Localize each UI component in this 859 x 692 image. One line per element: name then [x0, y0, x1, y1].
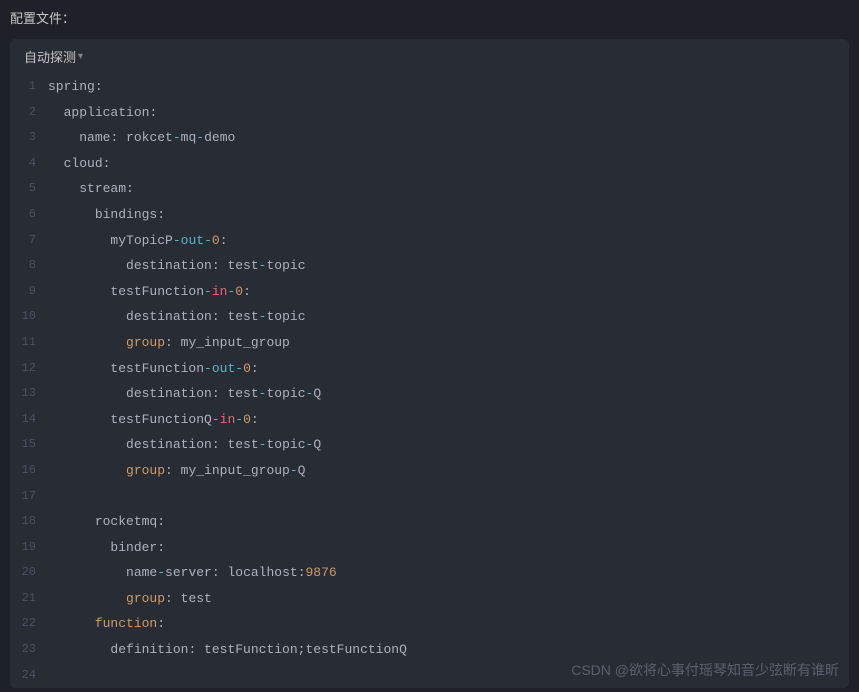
- code-line: 22 function:: [10, 611, 849, 637]
- section-title: 配置文件：: [10, 11, 75, 26]
- code-toolbar: 自动探测 ▾: [10, 39, 849, 74]
- line-number: 8: [10, 253, 48, 279]
- line-content: name: rokcet-mq-demo: [48, 125, 235, 151]
- line-content: [48, 663, 56, 689]
- code-content[interactable]: 1spring:2 application:3 name: rokcet-mq-…: [10, 74, 849, 688]
- line-content: group: my_input_group: [48, 330, 290, 356]
- code-line: 21 group: test: [10, 586, 849, 612]
- line-content: destination: test-topic: [48, 253, 306, 279]
- line-number: 3: [10, 125, 48, 151]
- code-line: 18 rocketmq:: [10, 509, 849, 535]
- code-line: 17: [10, 484, 849, 510]
- code-line: 19 binder:: [10, 535, 849, 561]
- code-line: 11 group: my_input_group: [10, 330, 849, 356]
- line-number: 21: [10, 586, 48, 612]
- line-content: testFunction-in-0:: [48, 279, 251, 305]
- line-number: 12: [10, 356, 48, 382]
- line-content: group: test: [48, 586, 212, 612]
- code-line: 9 testFunction-in-0:: [10, 279, 849, 305]
- line-content: testFunctionQ-in-0:: [48, 407, 259, 433]
- line-content: destination: test-topic: [48, 304, 306, 330]
- line-number: 18: [10, 509, 48, 535]
- line-content: spring:: [48, 74, 103, 100]
- code-block: 自动探测 ▾ 1spring:2 application:3 name: rok…: [10, 39, 849, 688]
- line-content: destination: test-topic-Q: [48, 381, 321, 407]
- line-number: 1: [10, 74, 48, 100]
- line-number: 24: [10, 663, 48, 689]
- code-line: 15 destination: test-topic-Q: [10, 432, 849, 458]
- line-content: group: my_input_group-Q: [48, 458, 305, 484]
- line-number: 7: [10, 228, 48, 254]
- line-content: definition: testFunction;testFunctionQ: [48, 637, 407, 663]
- line-number: 23: [10, 637, 48, 663]
- line-content: destination: test-topic-Q: [48, 432, 321, 458]
- line-number: 15: [10, 432, 48, 458]
- line-content: application:: [48, 100, 157, 126]
- code-line: 16 group: my_input_group-Q: [10, 458, 849, 484]
- line-content: cloud:: [48, 151, 110, 177]
- line-content: myTopicP-out-0:: [48, 228, 228, 254]
- chevron-down-icon: ▾: [78, 51, 83, 62]
- line-number: 13: [10, 381, 48, 407]
- code-line: 10 destination: test-topic: [10, 304, 849, 330]
- line-number: 22: [10, 611, 48, 637]
- code-line: 7 myTopicP-out-0:: [10, 228, 849, 254]
- code-line: 6 bindings:: [10, 202, 849, 228]
- code-line: 20 name-server: localhost:9876: [10, 560, 849, 586]
- line-number: 10: [10, 304, 48, 330]
- line-number: 11: [10, 330, 48, 356]
- line-number: 2: [10, 100, 48, 126]
- line-content: testFunction-out-0:: [48, 356, 259, 382]
- code-line: 14 testFunctionQ-in-0:: [10, 407, 849, 433]
- line-number: 17: [10, 484, 48, 510]
- line-number: 4: [10, 151, 48, 177]
- line-content: binder:: [48, 535, 165, 561]
- code-line: 23 definition: testFunction;testFunction…: [10, 637, 849, 663]
- code-line: 5 stream:: [10, 176, 849, 202]
- code-line: 4 cloud:: [10, 151, 849, 177]
- line-content: [48, 484, 56, 510]
- code-line: 13 destination: test-topic-Q: [10, 381, 849, 407]
- section-header: 配置文件：: [0, 0, 859, 39]
- code-line: 8 destination: test-topic: [10, 253, 849, 279]
- line-number: 9: [10, 279, 48, 305]
- line-content: rocketmq:: [48, 509, 165, 535]
- code-line: 12 testFunction-out-0:: [10, 356, 849, 382]
- code-line: 2 application:: [10, 100, 849, 126]
- line-number: 19: [10, 535, 48, 561]
- line-number: 20: [10, 560, 48, 586]
- line-content: stream:: [48, 176, 134, 202]
- line-number: 6: [10, 202, 48, 228]
- line-content: bindings:: [48, 202, 165, 228]
- line-number: 14: [10, 407, 48, 433]
- line-number: 5: [10, 176, 48, 202]
- language-selector[interactable]: 自动探测 ▾: [24, 47, 83, 66]
- line-content: function:: [48, 611, 165, 637]
- code-line: 1spring:: [10, 74, 849, 100]
- language-selector-label: 自动探测: [24, 47, 76, 66]
- line-content: name-server: localhost:9876: [48, 560, 337, 586]
- code-line: 3 name: rokcet-mq-demo: [10, 125, 849, 151]
- code-line: 24: [10, 663, 849, 689]
- line-number: 16: [10, 458, 48, 484]
